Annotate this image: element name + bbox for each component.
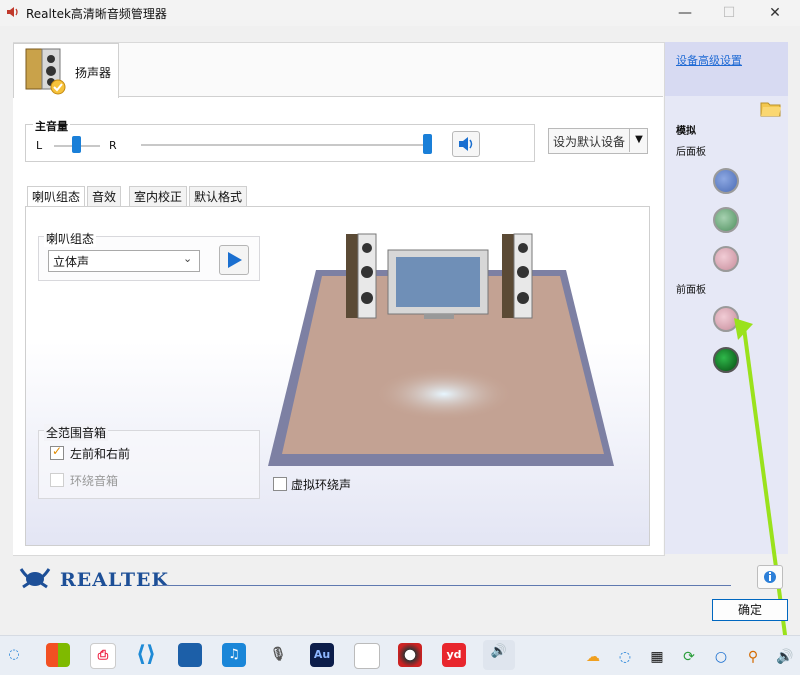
realtek-taskbar-icon[interactable]: 🔊: [483, 640, 515, 670]
maximize-button[interactable]: ☐: [706, 0, 752, 26]
volume-slider-track[interactable]: [141, 144, 432, 146]
right-speaker-icon: [502, 233, 533, 319]
window-app-icon[interactable]: [178, 643, 202, 667]
speakers-icon: [24, 47, 70, 98]
set-default-device-label: 设为默认设备: [553, 135, 626, 149]
tray-sync-icon[interactable]: ⟳: [680, 648, 698, 666]
pdf-app-icon[interactable]: ⎙: [90, 643, 116, 669]
left-speaker-icon: [346, 233, 377, 319]
speaker-config-group-label: 喇叭组态: [44, 230, 97, 247]
rear-blue-jack[interactable]: [713, 168, 739, 194]
music-app-icon[interactable]: ♫: [222, 643, 246, 667]
rear-green-jack[interactable]: [713, 207, 739, 233]
audition-icon[interactable]: Au: [310, 643, 334, 667]
play-test-button[interactable]: [219, 245, 249, 275]
info-button[interactable]: [757, 565, 783, 589]
tray-circle-icon[interactable]: ○: [712, 648, 730, 666]
info-icon: [764, 571, 776, 583]
tab-room-correction[interactable]: 室内校正: [129, 186, 188, 207]
surround-label: 环绕音箱: [70, 474, 119, 488]
weather-icon[interactable]: ☁: [584, 648, 602, 666]
file-icon[interactable]: [354, 643, 380, 669]
volume-icon: [459, 137, 473, 151]
virtual-surround-checkbox[interactable]: [273, 477, 287, 491]
rear-panel-label: 后面板: [676, 147, 706, 158]
master-volume-label: 主音量: [33, 118, 70, 134]
speaker-room-illustration: [268, 233, 614, 466]
search-assistant-icon[interactable]: ◌: [2, 643, 26, 667]
mute-button[interactable]: [452, 131, 480, 157]
close-button[interactable]: ✕: [752, 0, 798, 26]
folder-icon[interactable]: [760, 99, 782, 120]
microphone-icon[interactable]: 🎙: [266, 643, 290, 667]
front-lr-label: 左前和右前: [70, 447, 131, 461]
tray-grid-icon[interactable]: ▦: [648, 648, 666, 666]
app-speaker-icon: [5, 4, 21, 23]
advanced-settings-link[interactable]: 设备高级设置: [676, 52, 742, 68]
balance-right-label: R: [109, 139, 117, 152]
tray-assistant-icon[interactable]: ◌: [616, 648, 634, 666]
analog-label: 模拟: [676, 126, 696, 137]
realtek-crab-icon: [17, 565, 53, 594]
tab-speakers[interactable]: 扬声器: [13, 43, 119, 98]
tab-speaker-config-label: 喇叭组态: [32, 190, 81, 204]
virtual-surround-label: 虚拟环绕声: [291, 478, 352, 492]
rear-pink-jack[interactable]: [713, 246, 739, 272]
tab-sound-effects-label: 音效: [92, 190, 117, 204]
vscode-icon[interactable]: ⟨⟩: [134, 643, 158, 667]
ok-button[interactable]: 确定: [712, 599, 788, 621]
brand-divider: [156, 585, 731, 586]
chevron-down-icon: ⌄: [183, 252, 193, 265]
speaker-config-value: 立体声: [53, 255, 90, 269]
fullrange-speakers-label: 全范围音箱: [44, 424, 109, 441]
tab-default-format[interactable]: 默认格式: [189, 186, 248, 207]
minimize-button[interactable]: —: [662, 0, 708, 26]
tray-search-icon[interactable]: ⚲: [744, 648, 762, 666]
play-icon: [228, 252, 242, 268]
balance-slider-thumb[interactable]: [72, 136, 81, 153]
front-lr-checkbox[interactable]: ✓: [50, 444, 64, 460]
tab-sound-effects[interactable]: 音效: [87, 186, 122, 207]
tv-icon: [387, 249, 489, 319]
balance-left-label: L: [36, 139, 43, 152]
screenshot-app-icon[interactable]: [398, 643, 422, 667]
speaker-config-select[interactable]: 立体声 ⌄: [48, 250, 200, 272]
youdao-icon[interactable]: yd: [442, 643, 466, 667]
surround-checkbox[interactable]: [50, 473, 64, 487]
tray-volume-icon[interactable]: 🔊: [776, 648, 794, 666]
window-title: Realtek高清晰音频管理器: [26, 7, 167, 21]
chevron-down-icon: ▼: [629, 128, 648, 152]
title-bar: Realtek高清晰音频管理器 — ☐ ✕: [0, 0, 800, 26]
set-default-device-dropdown[interactable]: 设为默认设备 ▼: [548, 128, 648, 154]
tab-speaker-config[interactable]: 喇叭组态: [27, 186, 86, 208]
connector-panel-header: [665, 42, 788, 96]
windows-logo-icon[interactable]: [46, 643, 70, 667]
brand-name: REALTEK: [60, 569, 169, 591]
volume-slider-thumb[interactable]: [423, 134, 432, 154]
checkmark-icon: ✓: [52, 444, 63, 458]
tab-default-format-label: 默认格式: [194, 190, 243, 204]
tab-room-correction-label: 室内校正: [134, 190, 183, 204]
tab-speakers-label: 扬声器: [75, 66, 112, 80]
front-panel-label: 前面板: [676, 285, 706, 296]
